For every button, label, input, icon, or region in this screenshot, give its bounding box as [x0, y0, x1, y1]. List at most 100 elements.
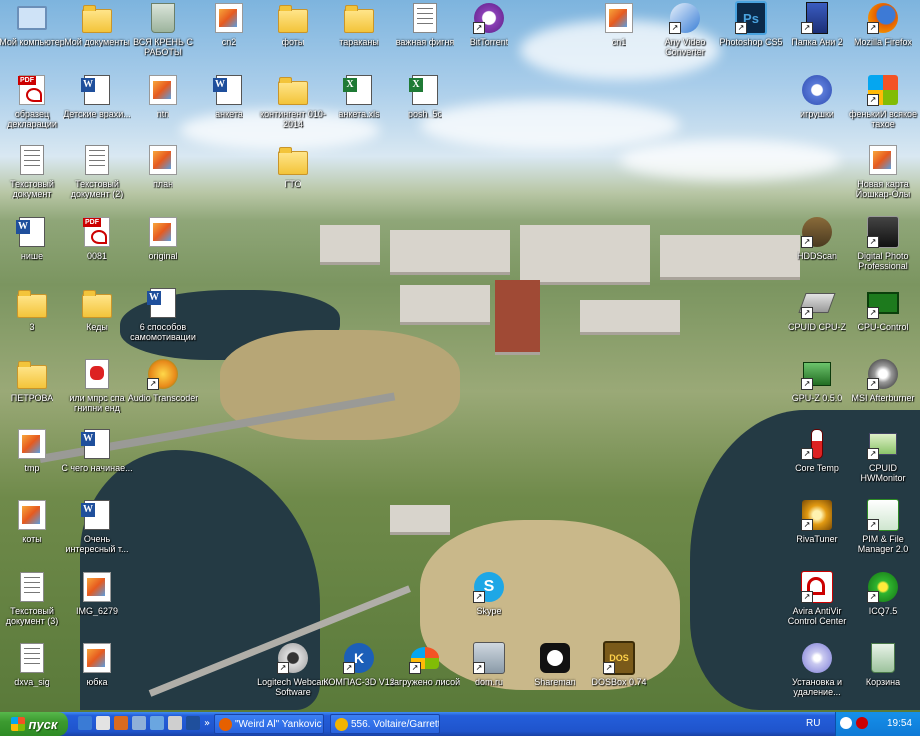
folder-shortcut-icon[interactable]: tmp — [0, 428, 69, 473]
icon-label: PIM & File Manager 2.0 — [857, 534, 909, 554]
chip-icon[interactable]: ↗ CPU-Control — [846, 287, 920, 332]
icon-label: игрушки — [800, 109, 834, 119]
word-file-icon[interactable]: W Детские врахи... — [60, 74, 134, 119]
icon-label: контингент 010-2014 — [260, 109, 326, 129]
icon-label: план — [152, 179, 174, 189]
quicklaunch-folder-icon[interactable] — [168, 716, 182, 730]
pdf-file-icon[interactable]: PDF 0081 — [60, 216, 134, 261]
excel-file-icon[interactable]: X анкета.xls — [322, 74, 396, 119]
pdf-file-icon[interactable]: PDF образец декларации — [0, 74, 69, 129]
skype-icon[interactable]: S ↗ Skype — [452, 571, 526, 616]
start-button[interactable]: пуск — [0, 712, 68, 736]
firefox-icon[interactable]: ↗ Mozilla Firefox — [846, 2, 920, 47]
chevron-icon[interactable]: » — [204, 718, 210, 729]
recycle-bin-icon[interactable]: Корзина — [846, 642, 920, 687]
my-documents-icon[interactable]: Мой документы — [60, 2, 134, 47]
webcam-icon[interactable]: ↗ Logitech Webcam Software — [256, 642, 330, 697]
taskbar-button-firefox[interactable]: "Weird Al" Yankovic - ... — [214, 714, 324, 734]
folder-icon[interactable]: ГТО — [256, 144, 330, 189]
any-video-converter-icon[interactable]: ↗ Any Video Converter — [648, 2, 722, 57]
flower-icon[interactable]: ↗ ICQ7.5 — [846, 571, 920, 616]
icon-label: CPU-Control — [857, 322, 909, 332]
avira-tray-icon[interactable] — [856, 717, 868, 729]
quicklaunch-ie-icon[interactable] — [132, 716, 146, 730]
building — [390, 230, 510, 275]
photoshop-icon[interactable]: Ps ↗ Photoshop CS5 — [714, 1, 788, 47]
airplane-icon[interactable]: ↗ MSI Afterburner — [846, 358, 920, 403]
msn-icon[interactable]: ↗ загружено лисой — [388, 642, 462, 687]
icon-label: анкета.xls — [338, 109, 380, 119]
image-file-icon[interactable]: Новая карта Йошкар-Олы — [846, 144, 920, 199]
image-file-icon[interactable]: ntn — [126, 74, 200, 119]
excel-file-icon[interactable]: X posh_5c — [388, 74, 462, 119]
dosbox-icon[interactable]: DOS ↗ DOSBox 0.74 — [582, 641, 656, 687]
word-file-icon[interactable]: W анкета — [192, 74, 266, 119]
icon-label: RivaTuner — [796, 534, 838, 544]
quicklaunch-word-icon[interactable] — [186, 716, 200, 730]
word-file-icon[interactable]: W 6 способов самомотивации — [126, 287, 200, 342]
icon-label: Digital Photo Professional — [857, 251, 909, 271]
icon-label: Core Temp — [795, 463, 839, 473]
image-file-icon[interactable]: cn2 — [192, 2, 266, 47]
taskbar-button-player[interactable]: 556. Voltaire/Garrett ... — [330, 714, 440, 734]
text-file-icon[interactable]: Текстовый документ — [0, 144, 69, 199]
tower-building — [495, 280, 540, 355]
text-file-icon[interactable]: Текстовый документ (3) — [0, 571, 69, 626]
text-file-icon[interactable]: важная фигня — [388, 2, 462, 47]
folder-icon[interactable]: контингент 010-2014 — [256, 74, 330, 129]
gpu-icon[interactable]: ↗ GPU-Z 0.5.0 — [780, 358, 854, 403]
word-file-icon[interactable]: W нише — [0, 216, 69, 261]
image-file-icon[interactable]: план — [126, 144, 200, 189]
image-file-icon[interactable]: cn1 — [582, 2, 656, 47]
quicklaunch-desktop-icon[interactable] — [96, 716, 110, 730]
text-file-icon[interactable]: Текстовый документ (2) — [60, 144, 134, 199]
word-file-icon[interactable]: W Очень интересный т... — [60, 499, 134, 554]
building — [390, 505, 450, 535]
shareman-icon[interactable]: Shareman — [518, 642, 592, 687]
tray-app-icon[interactable] — [840, 717, 852, 729]
camera-icon[interactable]: ↗ Digital Photo Professional — [846, 216, 920, 271]
quicklaunch-firefox-icon[interactable] — [114, 716, 128, 730]
umbrella-icon[interactable]: ↗ Avira AntiVir Control Center — [780, 571, 854, 626]
folder-icon[interactable]: тараканы — [322, 2, 396, 47]
image-file-icon[interactable]: IMG_6279 — [60, 571, 134, 616]
folder-icon[interactable]: Кеды — [60, 287, 134, 332]
quicklaunch-media-icon[interactable] — [150, 716, 164, 730]
icon-label: Shareman — [534, 677, 576, 687]
language-indicator[interactable]: RU — [806, 718, 820, 729]
image-file-icon[interactable]: юбка — [60, 642, 134, 687]
globe-icon[interactable]: ↗ dom.ru — [452, 642, 526, 687]
gear-icon[interactable]: ↗ RivaTuner — [780, 499, 854, 544]
clock[interactable]: 19:54 — [887, 718, 912, 729]
bittorrent-icon[interactable]: ↗ BitTorrent — [452, 2, 526, 47]
kompas-icon[interactable]: K ↗ КОМПАС-3D V12 — [322, 642, 396, 687]
icon-label: Avira AntiVir Control Center — [787, 606, 847, 626]
pim-icon[interactable]: ↗ PIM & File Manager 2.0 — [846, 499, 920, 554]
recycle-bin-icon[interactable]: ВСЯ КРЕНЬ С РАБОТЫ — [126, 2, 200, 57]
image-file-icon[interactable]: или мпрс спа гнипни енд — [60, 358, 134, 413]
icon-label: КОМПАС-3D V12 — [323, 677, 395, 687]
gear-icon[interactable]: игрушки — [780, 74, 854, 119]
folder-icon[interactable]: фоты — [256, 2, 330, 47]
folder-icon[interactable]: ПЕТРОВА — [0, 358, 69, 403]
start-label: пуск — [28, 716, 58, 732]
hdd-icon[interactable]: ↗ HDDScan — [780, 216, 854, 261]
monitor-icon[interactable]: ↗ CPUID HWMonitor — [846, 428, 920, 483]
building — [400, 285, 490, 325]
chip-icon[interactable]: ↗ CPUID CPU-Z — [780, 287, 854, 332]
thermometer-icon[interactable]: ↗ Core Temp — [780, 428, 854, 473]
icon-label: анкета — [215, 109, 243, 119]
audio-transcoder-icon[interactable]: ↗ Audio Transcoder — [126, 358, 200, 403]
text-file-icon[interactable]: dxva_sig — [0, 642, 69, 687]
folder-shortcut-icon[interactable]: ↗ Папка Ани 2 — [780, 2, 854, 47]
icon-label: фенькиИ всякое тахое — [848, 109, 918, 129]
my-computer-icon[interactable]: Мой компьютер — [0, 2, 69, 47]
cd-install-icon[interactable]: Установка и удаление... — [780, 642, 854, 697]
quicklaunch-mail-icon[interactable] — [78, 716, 92, 730]
image-file-icon[interactable]: коты — [0, 499, 69, 544]
icon-label: MSI Afterburner — [851, 393, 915, 403]
folder-icon[interactable]: 3 — [0, 287, 69, 332]
image-file-icon[interactable]: original — [126, 216, 200, 261]
shortcut-icon[interactable]: ↗ фенькиИ всякое тахое — [846, 74, 920, 129]
word-file-icon[interactable]: W С чего начинае... — [60, 428, 134, 473]
